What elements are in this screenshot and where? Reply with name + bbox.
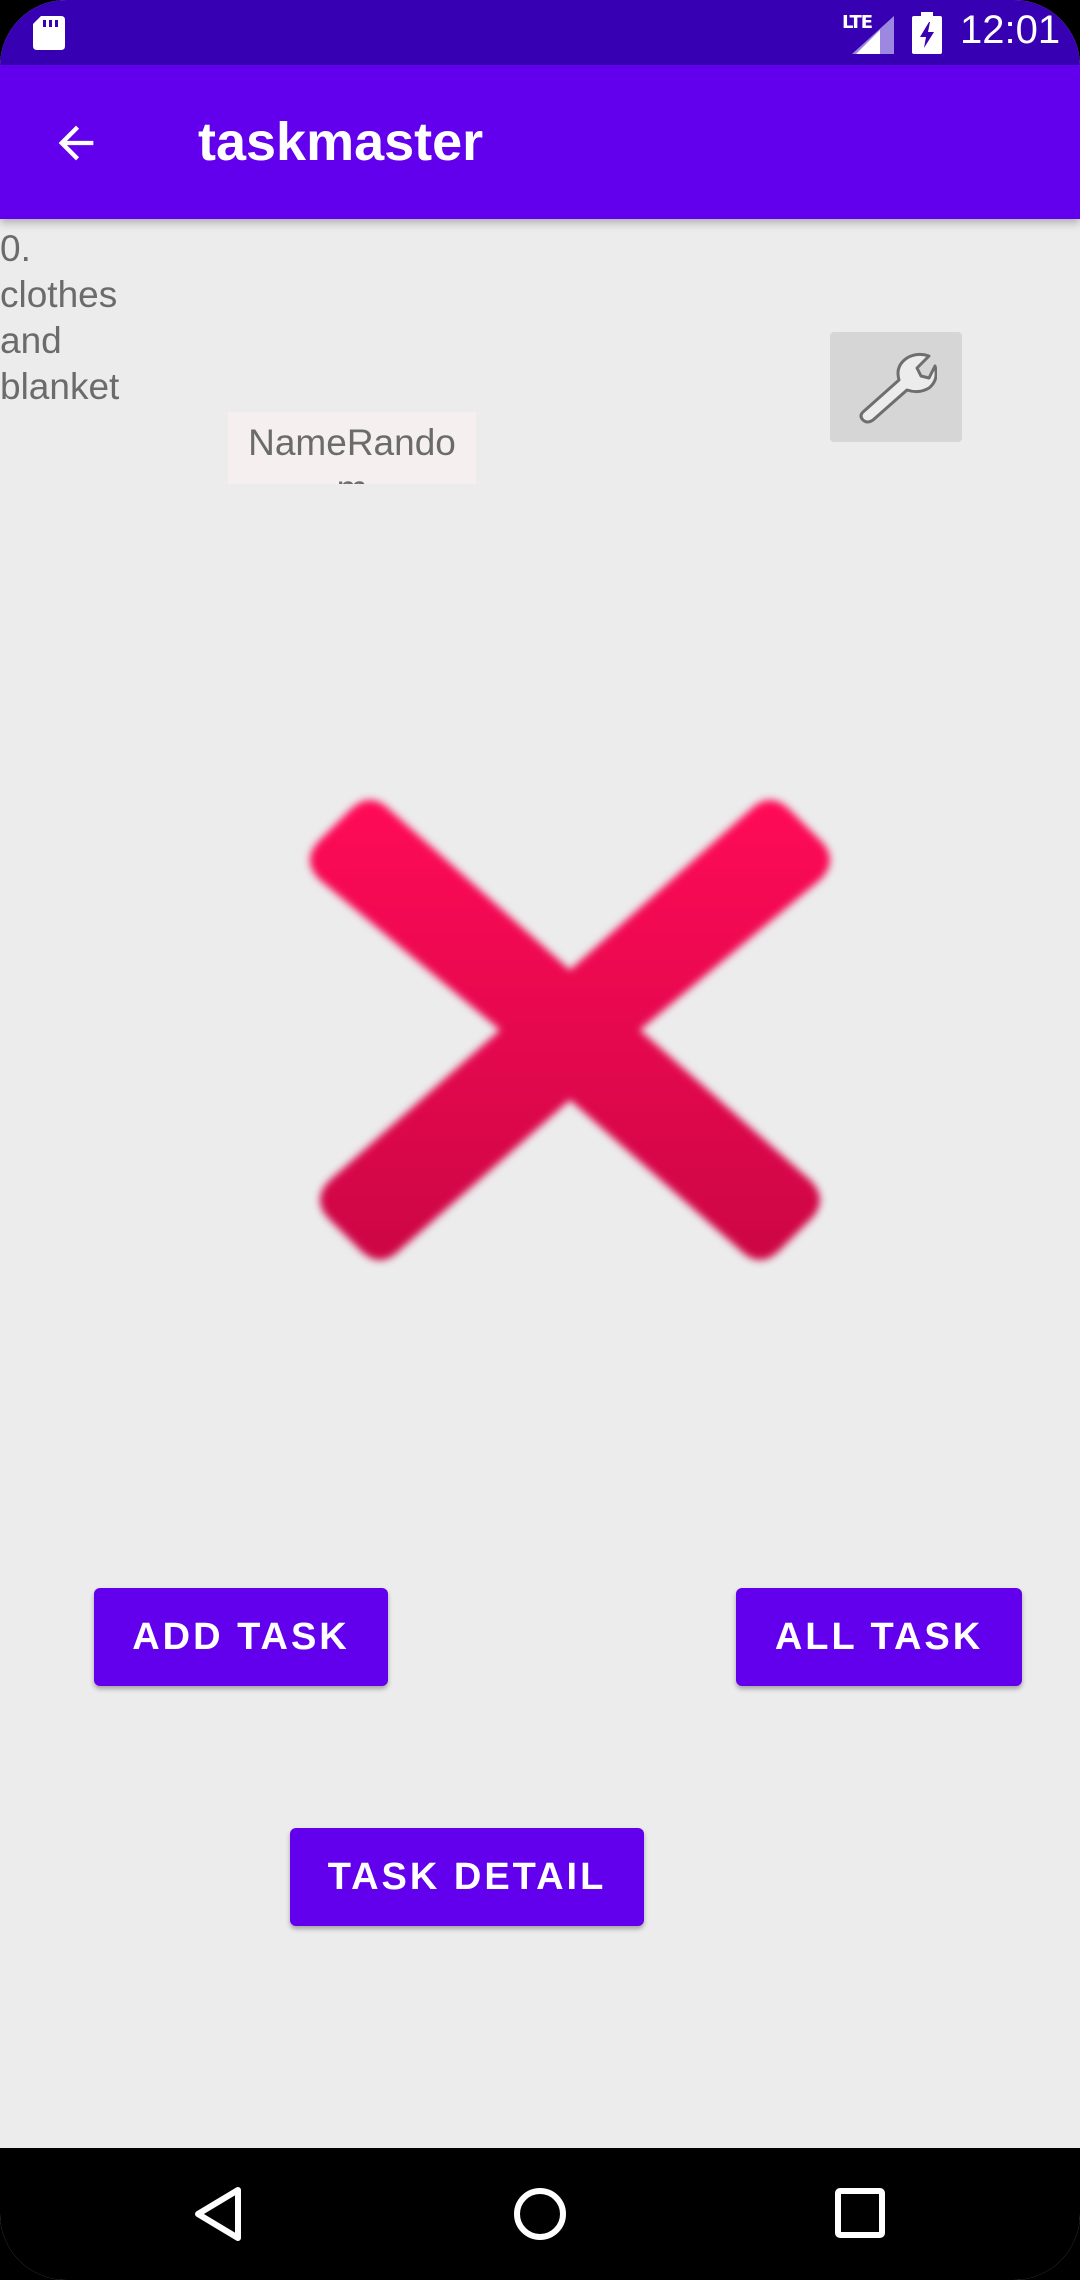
- nav-recents-icon[interactable]: [834, 2186, 886, 2240]
- sd-card-icon: [33, 16, 65, 50]
- all-task-button[interactable]: ALL TASK: [736, 1588, 1022, 1686]
- wrench-icon: [859, 352, 937, 424]
- task-title-line: and: [0, 320, 62, 361]
- task-name-text: NameRandom: [248, 422, 456, 484]
- task-title-line: clothes: [0, 274, 118, 315]
- battery-charging-icon: [912, 12, 942, 54]
- settings-button[interactable]: [830, 332, 962, 442]
- task-detail-button[interactable]: TASK DETAIL: [290, 1828, 644, 1926]
- navigation-bar: [0, 2148, 1080, 2280]
- task-name-field[interactable]: NameRandom: [228, 412, 476, 484]
- add-task-button[interactable]: ADD TASK: [94, 1588, 388, 1686]
- app-bar: taskmaster: [0, 65, 1080, 219]
- app-title: taskmaster: [198, 112, 484, 172]
- status-clock: 12:01: [960, 8, 1061, 52]
- app-screen: LTE 12:01 taskmaster 0. clothes and blan…: [0, 0, 1080, 2280]
- task-title-line: blanket: [0, 366, 120, 407]
- nav-home-icon[interactable]: [512, 2184, 568, 2244]
- arrow-back-icon[interactable]: [50, 117, 102, 169]
- close-x-icon: [310, 800, 830, 1260]
- signal-icon: [852, 16, 894, 54]
- status-bar: LTE 12:01: [0, 0, 1080, 65]
- task-title: 0. clothes and blanket: [0, 226, 140, 410]
- nav-back-icon[interactable]: [192, 2184, 248, 2244]
- task-title-line: 0.: [0, 228, 31, 269]
